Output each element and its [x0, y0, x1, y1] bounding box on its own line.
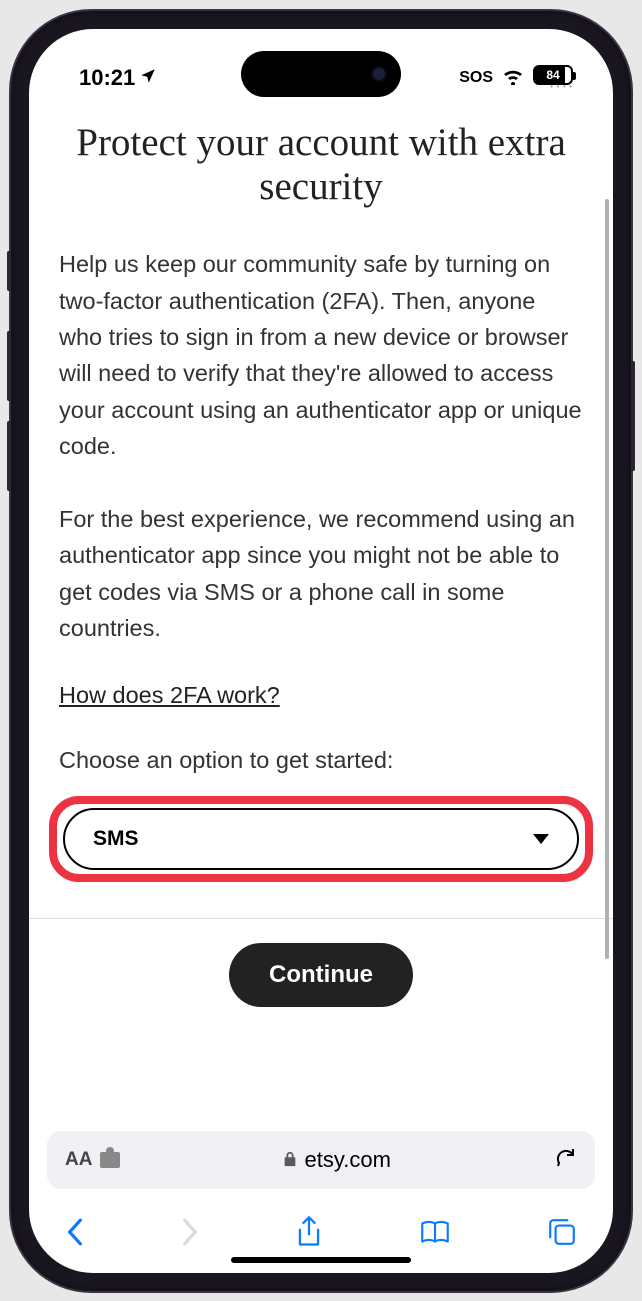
page-title: Protect your account with extra security: [59, 121, 583, 211]
page-content[interactable]: Protect your account with extra security…: [29, 99, 613, 1117]
side-button: [7, 251, 11, 291]
power-button: [631, 361, 635, 471]
volume-down-button: [7, 421, 11, 491]
front-camera: [371, 66, 387, 82]
wifi-icon: [501, 65, 525, 91]
sos-indicator: SOS: [459, 69, 493, 87]
extension-icon[interactable]: [100, 1152, 120, 1168]
text-size-button[interactable]: AA: [65, 1149, 92, 1171]
volume-up-button: [7, 331, 11, 401]
url-bar[interactable]: AA etsy.com: [47, 1131, 595, 1189]
back-button[interactable]: [65, 1217, 85, 1247]
url-domain: etsy.com: [305, 1147, 391, 1173]
2fa-method-dropdown[interactable]: SMS: [63, 808, 579, 870]
iphone-frame: 10:21 SOS 84 • • • • Protect your: [11, 11, 631, 1291]
share-button[interactable]: [295, 1215, 323, 1249]
raw-gsm-indicator: • • • •: [550, 84, 573, 91]
how-does-2fa-work-link[interactable]: How does 2FA work?: [59, 682, 280, 709]
safari-address-bar-area: AA etsy.com: [29, 1117, 613, 1197]
paragraph-2: For the best experience, we recommend us…: [59, 501, 583, 647]
lock-icon: [283, 1147, 297, 1173]
location-arrow-icon: [139, 65, 157, 91]
dropdown-value: SMS: [93, 827, 139, 851]
reload-icon[interactable]: [553, 1145, 577, 1174]
annotation-highlight: SMS: [49, 796, 593, 882]
continue-button[interactable]: Continue: [229, 943, 413, 1007]
battery-indicator: 84: [533, 65, 573, 85]
choose-option-label: Choose an option to get started:: [59, 747, 583, 774]
forward-button: [180, 1217, 200, 1247]
tabs-button[interactable]: [547, 1217, 577, 1247]
paragraph-1: Help us keep our community safe by turni…: [59, 246, 583, 465]
status-time: 10:21: [79, 65, 135, 91]
dynamic-island: [241, 51, 401, 97]
caret-down-icon: [533, 834, 549, 844]
battery-percent: 84: [546, 68, 559, 82]
screen: 10:21 SOS 84 • • • • Protect your: [29, 29, 613, 1273]
bookmarks-button[interactable]: [418, 1218, 452, 1246]
home-indicator[interactable]: [231, 1257, 411, 1263]
